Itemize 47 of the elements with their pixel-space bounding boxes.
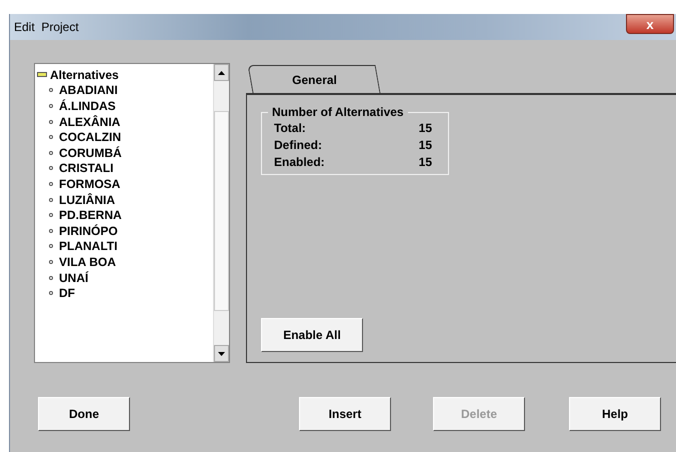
count-value: 15 (418, 120, 432, 134)
tree-item[interactable]: COCALZIN (59, 130, 121, 144)
bullet-icon (49, 291, 53, 296)
tree-item[interactable]: CORUMBÁ (59, 146, 122, 160)
tree-item[interactable]: PD.BERNA (59, 208, 122, 222)
bullet-icon (49, 120, 53, 124)
tree-item[interactable]: PIRINÓPO (59, 224, 118, 238)
bullet-icon (49, 276, 53, 280)
bullet-icon (49, 88, 53, 92)
tree-item[interactable]: VILA BOA (59, 254, 116, 269)
tree-item[interactable]: DF (59, 286, 75, 300)
tree-item[interactable]: Alternatives (50, 68, 119, 82)
count-label: Total: (274, 120, 306, 134)
tree-item[interactable]: LUZIÂNIA (59, 192, 115, 207)
tree-item[interactable]: PLANALTI (59, 239, 118, 254)
down-arrow-icon[interactable] (218, 352, 225, 356)
tree-item[interactable]: CRISTALI (59, 161, 114, 176)
bullet-icon (49, 104, 53, 108)
count-value: 15 (418, 154, 432, 168)
tree-item[interactable]: UNAÍ (59, 270, 88, 285)
bullet-icon (49, 166, 53, 170)
bullet-icon (49, 228, 53, 233)
insert-button[interactable]: Insert (299, 397, 391, 431)
close-button[interactable]: x (626, 14, 674, 34)
bullet-icon (49, 135, 53, 140)
bullet-icon (49, 213, 53, 218)
help-button[interactable]: Help (569, 397, 661, 431)
bullet-icon (49, 182, 53, 186)
scrollbar[interactable] (213, 64, 229, 362)
up-arrow-icon[interactable] (218, 70, 225, 74)
bullet-icon (49, 244, 53, 248)
bullet-icon (49, 198, 53, 202)
group-title: Number of Alternatives (271, 105, 405, 119)
enable-all-button[interactable]: Enable All (261, 318, 363, 352)
count-value: 15 (418, 138, 432, 152)
tree-item[interactable]: ABADIANI (59, 83, 118, 98)
tree-item[interactable]: ALEXÂNIA (59, 114, 120, 129)
bullet-icon (49, 260, 53, 264)
count-label: Defined: (274, 138, 322, 152)
tree-item[interactable]: Á.LINDAS (59, 98, 116, 113)
bullet-icon (49, 150, 53, 155)
collapse-icon[interactable] (37, 72, 47, 78)
tab[interactable]: General (248, 65, 380, 93)
done-button[interactable]: Done (38, 397, 130, 431)
window-title: Edit Project (14, 20, 79, 34)
tree-item[interactable]: FORMOSA (59, 176, 120, 191)
count-label: Enabled: (274, 154, 325, 168)
